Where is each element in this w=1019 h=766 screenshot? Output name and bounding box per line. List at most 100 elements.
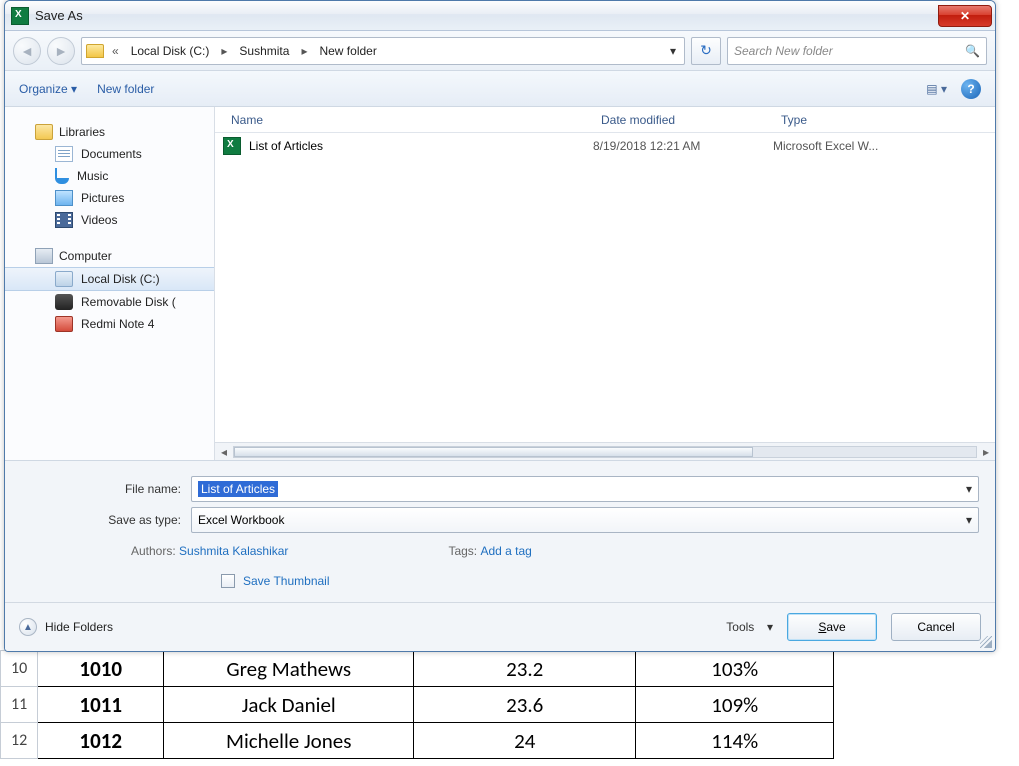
hide-folders-button[interactable]: ▲ Hide Folders — [19, 618, 113, 636]
refresh-button[interactable]: ↻ — [691, 37, 721, 65]
window-title: Save As — [35, 8, 83, 23]
videos-icon — [55, 212, 73, 228]
new-folder-button[interactable]: New folder — [97, 82, 154, 96]
folder-icon — [86, 44, 104, 58]
scroll-left-icon[interactable]: ◂ — [215, 445, 233, 459]
sidebar-item-label: Documents — [81, 147, 142, 161]
save-form: File name: List of Articles ▾ Save as ty… — [5, 460, 995, 602]
sidebar-item-redmi-note-4[interactable]: Redmi Note 4 — [5, 313, 214, 335]
file-name-label: File name: — [21, 482, 191, 496]
search-placeholder: Search New folder — [734, 44, 833, 58]
resize-grip[interactable] — [980, 636, 992, 648]
cell[interactable]: Jack Daniel — [164, 687, 414, 723]
row-header[interactable]: 12 — [1, 723, 38, 759]
address-bar[interactable]: « Local Disk (C:) ▸ Sushmita ▸ New folde… — [81, 37, 685, 65]
sidebar-item-removable-disk[interactable]: Removable Disk ( — [5, 291, 214, 313]
save-as-dialog: Save As ✕ ◄ ► « Local Disk (C:) ▸ Sushmi… — [4, 0, 996, 652]
sidebar-item-label: Redmi Note 4 — [81, 317, 154, 331]
help-button[interactable]: ? — [961, 79, 981, 99]
cell[interactable]: 1011 — [38, 687, 164, 723]
authors-value[interactable]: Sushmita Kalashikar — [179, 544, 288, 558]
chevron-right-icon[interactable]: ▸ — [297, 42, 311, 60]
sidebar-item-local-disk-c[interactable]: Local Disk (C:) — [5, 267, 214, 291]
cancel-button[interactable]: Cancel — [891, 613, 981, 641]
cell[interactable]: 24 — [414, 723, 636, 759]
cell[interactable]: 23.2 — [414, 651, 636, 687]
computer-icon — [35, 248, 53, 264]
excel-icon — [11, 7, 29, 25]
save-as-type-label: Save as type: — [21, 513, 191, 527]
sidebar-item-label: Local Disk (C:) — [81, 272, 160, 286]
close-button[interactable]: ✕ — [938, 5, 992, 27]
row-header[interactable]: 10 — [1, 651, 38, 687]
authors-label: Authors: — [131, 544, 176, 558]
dropdown-icon[interactable]: ▾ — [966, 482, 972, 496]
address-dropdown[interactable]: ▾ — [666, 44, 680, 58]
breadcrumb-overflow[interactable]: « — [108, 42, 123, 60]
breadcrumb[interactable]: Local Disk (C:) — [127, 42, 214, 60]
table-row: 11 1011 Jack Daniel 23.6 109% — [1, 687, 834, 723]
sidebar-item-pictures[interactable]: Pictures — [5, 187, 214, 209]
scroll-thumb[interactable] — [234, 447, 753, 457]
file-name: List of Articles — [249, 139, 323, 153]
disk-icon — [55, 271, 73, 287]
nav-sidebar: Libraries Documents Music Pictures Video… — [5, 107, 215, 460]
save-thumbnail-label[interactable]: Save Thumbnail — [243, 574, 330, 588]
music-icon — [55, 168, 69, 184]
scroll-track[interactable] — [233, 446, 977, 458]
nav-row: ◄ ► « Local Disk (C:) ▸ Sushmita ▸ New f… — [5, 31, 995, 71]
breadcrumb[interactable]: Sushmita — [235, 42, 293, 60]
file-date: 8/19/2018 12:21 AM — [593, 139, 773, 153]
cell[interactable]: 114% — [636, 723, 834, 759]
sidebar-item-label: Libraries — [59, 125, 105, 139]
libraries-icon — [35, 124, 53, 140]
save-thumbnail-checkbox[interactable] — [221, 574, 235, 588]
cell[interactable]: 1010 — [38, 651, 164, 687]
cell[interactable]: 109% — [636, 687, 834, 723]
cell[interactable]: 1012 — [38, 723, 164, 759]
sidebar-computer[interactable]: Computer — [5, 245, 214, 267]
file-type: Microsoft Excel W... — [773, 139, 995, 153]
row-header[interactable]: 11 — [1, 687, 38, 723]
organize-menu[interactable]: Organize ▾ — [19, 82, 77, 96]
sidebar-item-music[interactable]: Music — [5, 165, 214, 187]
button-bar: ▲ Hide Folders Tools ▾ Save Cancel — [5, 602, 995, 651]
search-icon: 🔍 — [965, 44, 980, 58]
chevron-right-icon[interactable]: ▸ — [217, 42, 231, 60]
cell[interactable]: Michelle Jones — [164, 723, 414, 759]
column-header-name[interactable]: Name — [223, 113, 593, 127]
spreadsheet-behind: 10 1010 Greg Mathews 23.2 103% 11 1011 J… — [0, 650, 1019, 759]
cell[interactable]: Greg Mathews — [164, 651, 414, 687]
tags-value[interactable]: Add a tag — [480, 544, 531, 558]
file-name-input[interactable]: List of Articles ▾ — [191, 476, 979, 502]
cell[interactable]: 103% — [636, 651, 834, 687]
horizontal-scrollbar[interactable]: ◂ ▸ — [215, 442, 995, 460]
save-button[interactable]: Save — [787, 613, 877, 641]
dropdown-icon[interactable]: ▾ — [966, 513, 972, 527]
cell[interactable]: 23.6 — [414, 687, 636, 723]
column-header-type[interactable]: Type — [773, 113, 995, 127]
file-row[interactable]: List of Articles 8/19/2018 12:21 AM Micr… — [215, 133, 995, 159]
sidebar-item-label: Computer — [59, 249, 112, 263]
table-row: 12 1012 Michelle Jones 24 114% — [1, 723, 834, 759]
column-header-date[interactable]: Date modified — [593, 113, 773, 127]
scroll-right-icon[interactable]: ▸ — [977, 445, 995, 459]
sidebar-item-label: Removable Disk ( — [81, 295, 176, 309]
sidebar-item-label: Pictures — [81, 191, 124, 205]
sidebar-libraries[interactable]: Libraries — [5, 121, 214, 143]
titlebar: Save As ✕ — [5, 1, 995, 31]
documents-icon — [55, 146, 73, 162]
forward-button[interactable]: ► — [47, 37, 75, 65]
sidebar-item-documents[interactable]: Documents — [5, 143, 214, 165]
file-name-value: List of Articles — [198, 481, 278, 497]
search-input[interactable]: Search New folder 🔍 — [727, 37, 987, 65]
toolbar: Organize ▾ New folder ▤ ▾ ? — [5, 71, 995, 107]
tools-menu[interactable]: Tools ▾ — [726, 620, 773, 634]
phone-icon — [55, 316, 73, 332]
save-as-type-select[interactable]: Excel Workbook ▾ — [191, 507, 979, 533]
back-button[interactable]: ◄ — [13, 37, 41, 65]
sidebar-item-videos[interactable]: Videos — [5, 209, 214, 231]
removable-disk-icon — [55, 294, 73, 310]
view-options-button[interactable]: ▤ ▾ — [926, 82, 947, 96]
breadcrumb[interactable]: New folder — [315, 42, 380, 60]
